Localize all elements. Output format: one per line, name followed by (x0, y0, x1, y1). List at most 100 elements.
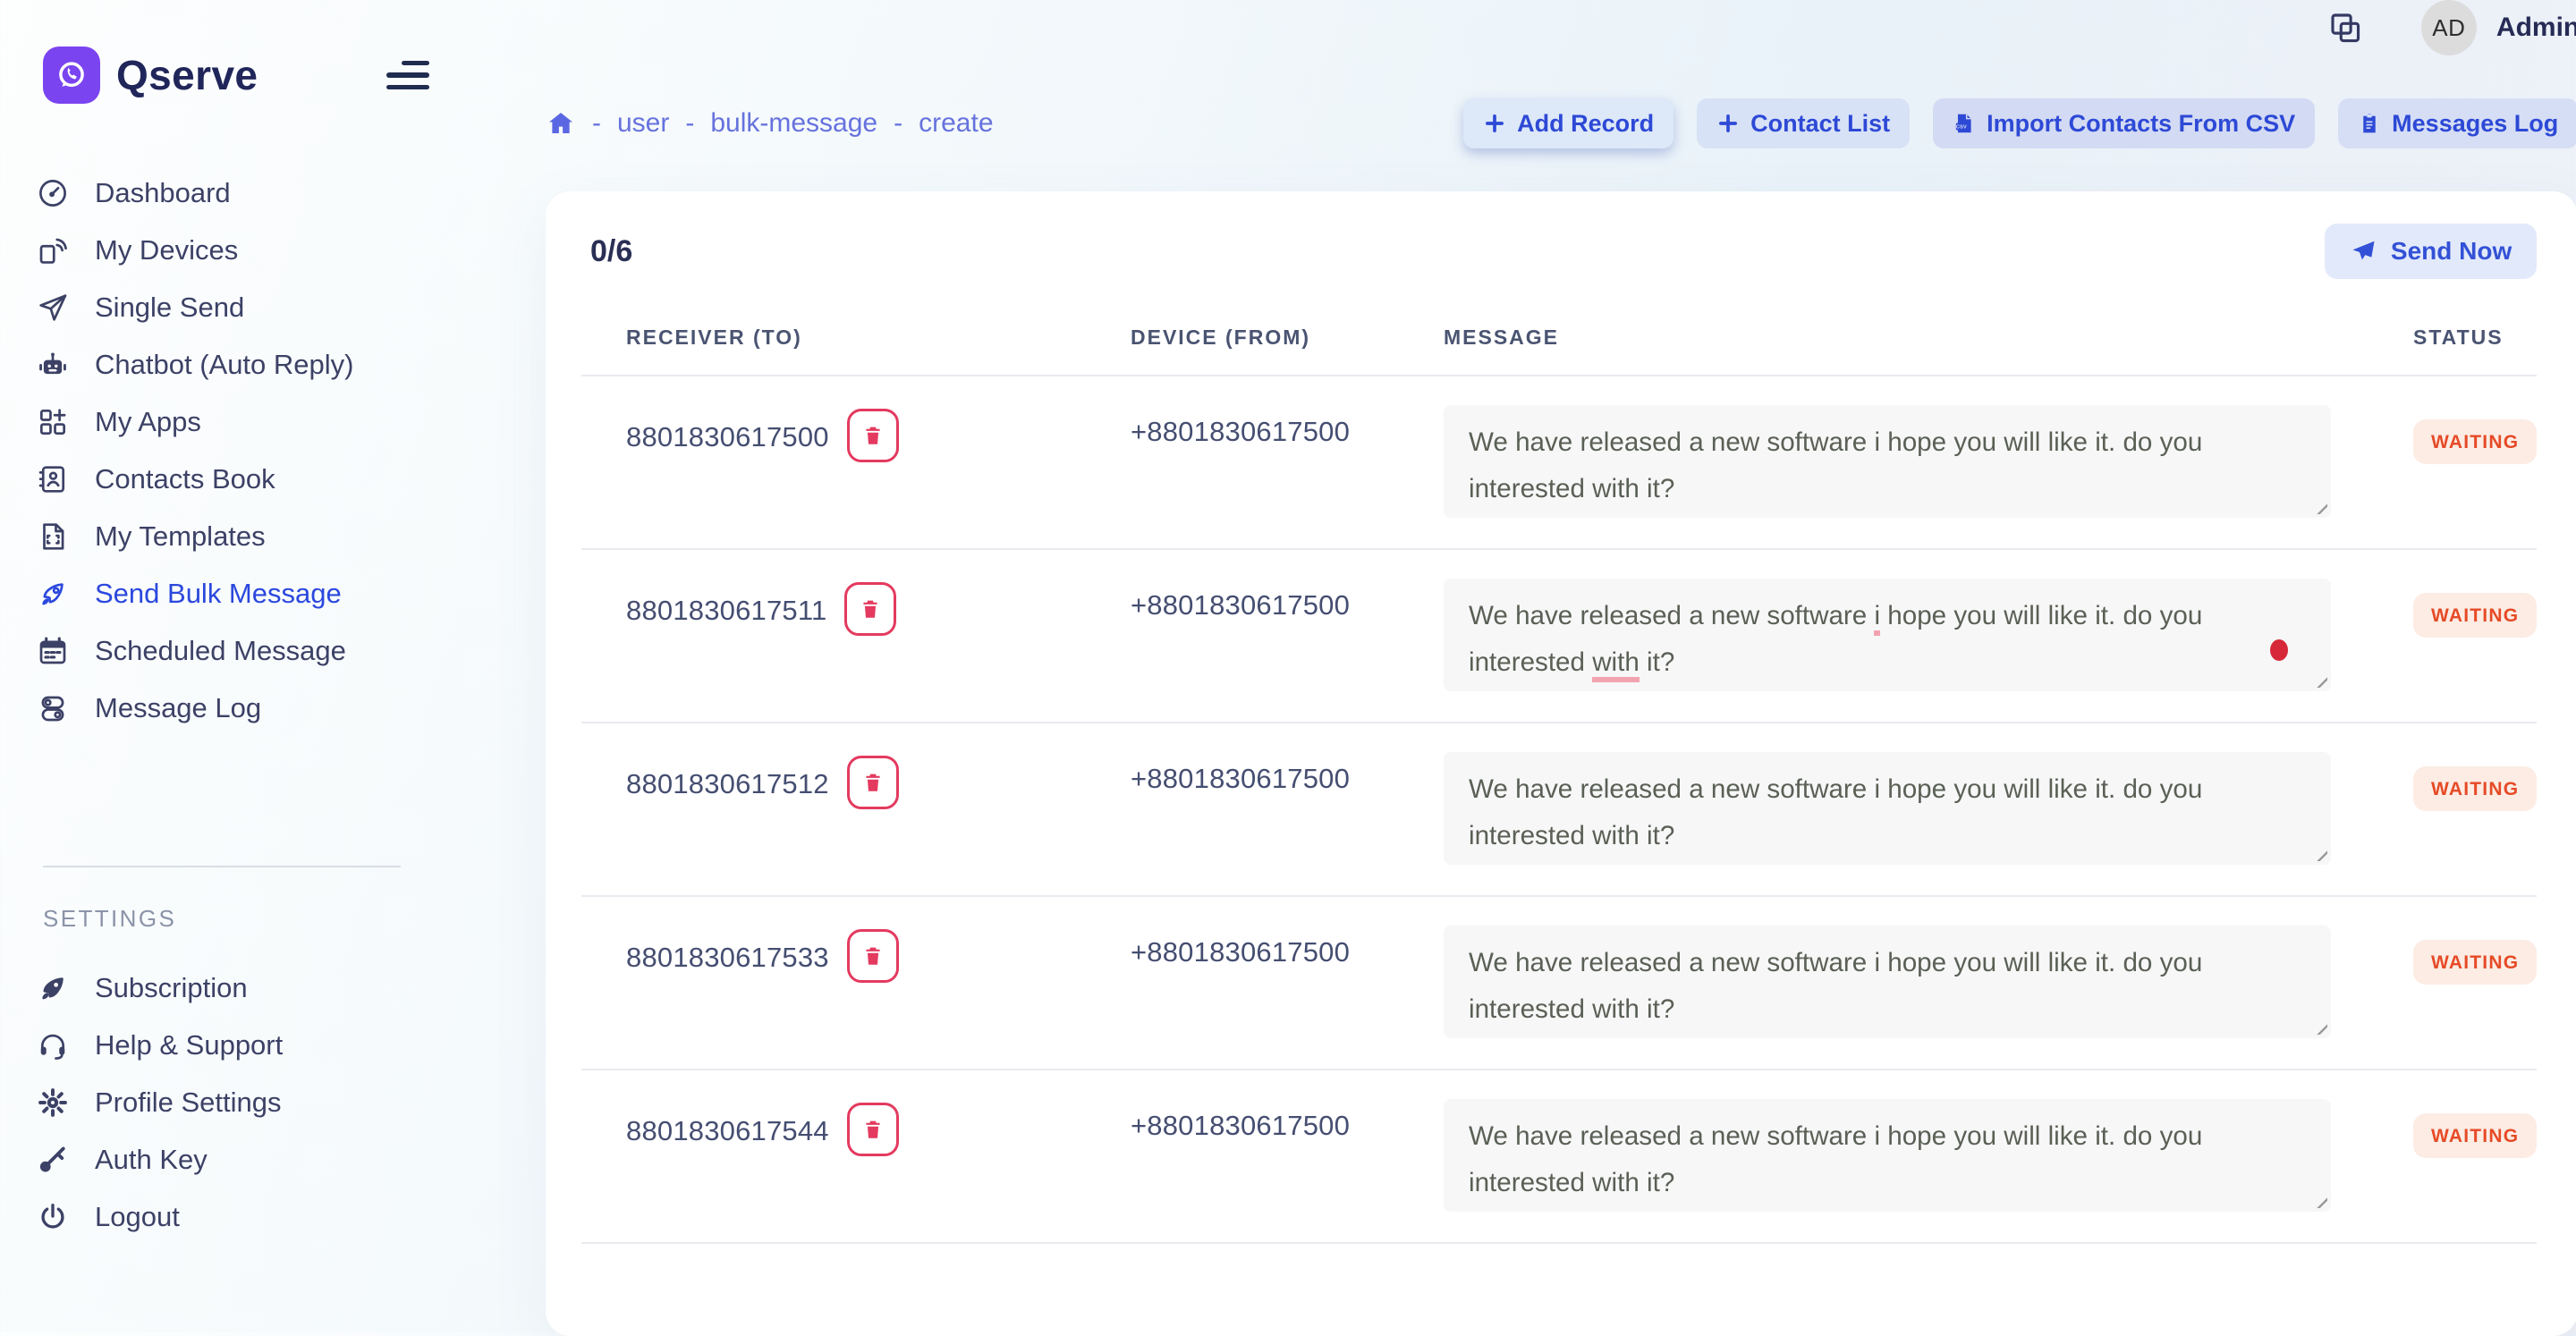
toggles-icon (36, 691, 70, 725)
send-now-button[interactable]: Send Now (2325, 224, 2537, 279)
action-buttons: Add Record Contact List CSVImport Contacts… (1463, 98, 2576, 148)
key-icon (36, 1143, 70, 1177)
sidebar-item-my-apps[interactable]: My Apps (0, 393, 506, 451)
whatsapp-logo-icon (43, 47, 100, 104)
column-header: STATUS (2413, 326, 2537, 350)
sidebar-item-help-support[interactable]: Help & Support (0, 1017, 506, 1074)
sidebar-main-nav: Dashboard My Devices Single Send Chatbot (A… (0, 165, 506, 737)
sidebar-item-subscription[interactable]: Subscription (0, 960, 506, 1017)
delete-record-button[interactable] (847, 409, 899, 462)
menu-toggle-icon[interactable] (386, 53, 429, 97)
sidebar-item-label: My Templates (95, 520, 266, 553)
device-number: +8801830617500 (1131, 1110, 1444, 1215)
sidebar-item-dashboard[interactable]: Dashboard (0, 165, 506, 222)
contacts-book-icon (36, 462, 70, 496)
sidebar-item-auth-key[interactable]: Auth Key (0, 1131, 506, 1188)
plus-icon (1483, 112, 1506, 135)
sidebar-item-label: My Apps (95, 406, 201, 438)
receiver-number: 8801830617544 (626, 1115, 829, 1147)
device-number: +8801830617500 (1131, 763, 1444, 868)
sidebar-item-label: Auth Key (95, 1144, 208, 1176)
resize-grip[interactable] (2309, 496, 2327, 514)
grammar-dot-marker[interactable] (2270, 639, 2288, 661)
delete-record-button[interactable] (847, 1103, 899, 1156)
table-row: 8801830617512+8801830617500We have relea… (581, 723, 2537, 897)
device-number: +8801830617500 (1131, 936, 1444, 1042)
message-textarea[interactable]: We have released a new software i hope y… (1444, 926, 2331, 1038)
copy-windows-icon[interactable] (2326, 9, 2364, 47)
sidebar-item-label: Help & Support (95, 1029, 283, 1061)
sidebar-item-send-bulk-message[interactable]: Send Bulk Message (0, 565, 506, 622)
breadcrumb-separator: - (685, 108, 694, 139)
status-badge: WAITING (2413, 593, 2537, 638)
sidebar: Qserve Dashboard My Devices Single Send Cha… (0, 0, 506, 1332)
home-icon[interactable] (546, 108, 576, 139)
dashboard-icon (36, 176, 70, 210)
bulk-message-card: 0/6 Send Now RECEIVER (TO)DEVICE (FROM)M… (546, 191, 2576, 1336)
delete-record-button[interactable] (847, 756, 899, 809)
table-header-row: RECEIVER (TO)DEVICE (FROM)MESSAGESTATUS (581, 279, 2537, 376)
sidebar-item-label: Send Bulk Message (95, 578, 342, 610)
resize-grip[interactable] (2309, 843, 2327, 861)
page-head: -user-bulk-message-create Add RecordCont… (546, 98, 2576, 148)
resize-grip[interactable] (2309, 670, 2327, 688)
avatar[interactable]: AD (2421, 0, 2477, 55)
table-row: 8801830617533 +8801830617500We have relea… (581, 897, 2537, 1070)
message-textarea[interactable]: We have released a new software i hope y… (1444, 579, 2331, 691)
sidebar-item-label: Subscription (95, 972, 248, 1004)
import-contacts-from-csv-button[interactable]: CSVImport Contacts From CSV (1933, 98, 2315, 148)
breadcrumb-item-bulk-message[interactable]: bulk-message (710, 108, 877, 139)
messages-log-button[interactable]: Messages Log (2338, 98, 2576, 148)
resize-grip[interactable] (2309, 1190, 2327, 1208)
delete-record-button[interactable] (844, 582, 896, 636)
breadcrumb-item-user[interactable]: user (617, 108, 669, 139)
message-textarea[interactable]: We have released a new software i hope y… (1444, 405, 2331, 518)
sidebar-item-label: Single Send (95, 292, 244, 324)
sidebar-item-message-log[interactable]: Message Log (0, 680, 506, 737)
sidebar-item-contacts-book[interactable]: Contacts Book (0, 451, 506, 508)
svg-text:CSV: CSV (1956, 125, 1967, 131)
sidebar-item-profile-settings[interactable]: Profile Settings (0, 1074, 506, 1131)
table-row: 8801830617511+8801830617500We have relea… (581, 550, 2537, 723)
add-record-button[interactable]: Add Record (1463, 98, 1674, 148)
sidebar-item-my-devices[interactable]: My Devices (0, 222, 506, 279)
template-file-icon (36, 520, 70, 554)
resize-grip[interactable] (2309, 1017, 2327, 1035)
sidebar-item-scheduled-message[interactable]: Scheduled Message (0, 622, 506, 680)
message-textarea[interactable]: We have released a new software i hope y… (1444, 752, 2331, 865)
rocket-outline-icon (36, 577, 70, 611)
table-body: 8801830617500+8801830617500We have relea… (581, 376, 2537, 1244)
device-signal-icon (36, 233, 70, 267)
clipboard-icon (2358, 112, 2381, 135)
robot-icon (36, 348, 70, 382)
rocket-filled-icon (36, 971, 70, 1005)
delete-record-button[interactable] (847, 929, 899, 983)
status-badge: WAITING (2413, 766, 2537, 811)
sidebar-item-chatbot-auto-reply[interactable]: Chatbot (Auto Reply) (0, 336, 506, 393)
sidebar-item-label: Profile Settings (95, 1087, 282, 1119)
breadcrumb-separator: - (894, 108, 902, 139)
sidebar-item-label: My Devices (95, 234, 238, 266)
sidebar-item-label: Message Log (95, 692, 261, 724)
sidebar-settings-nav: Subscription Help & Support Profile Settin… (0, 960, 506, 1246)
sidebar-item-my-templates[interactable]: My Templates (0, 508, 506, 565)
sidebar-item-single-send[interactable]: Single Send (0, 279, 506, 336)
receiver-number: 8801830617533 (626, 942, 829, 974)
device-number: +8801830617500 (1131, 589, 1444, 695)
status-badge: WAITING (2413, 419, 2537, 464)
contact-list-button[interactable]: Contact List (1697, 98, 1910, 148)
trash-icon (859, 596, 882, 621)
sidebar-item-label: Logout (95, 1201, 180, 1233)
sidebar-item-logout[interactable]: Logout (0, 1188, 506, 1246)
trash-icon (861, 1117, 885, 1142)
receiver-number: 8801830617500 (626, 421, 829, 453)
breadcrumb-item-create[interactable]: create (919, 108, 993, 139)
paper-plane-icon (2350, 238, 2377, 265)
csv-file-icon: CSV (1953, 112, 1976, 135)
logo-row: Qserve (0, 39, 506, 111)
sidebar-item-label: Contacts Book (95, 463, 275, 495)
apps-grid-icon (36, 405, 70, 439)
message-textarea[interactable]: We have released a new software i hope y… (1444, 1099, 2331, 1212)
user-name[interactable]: Admin (2496, 13, 2576, 43)
settings-section-label: SETTINGS (43, 905, 506, 933)
